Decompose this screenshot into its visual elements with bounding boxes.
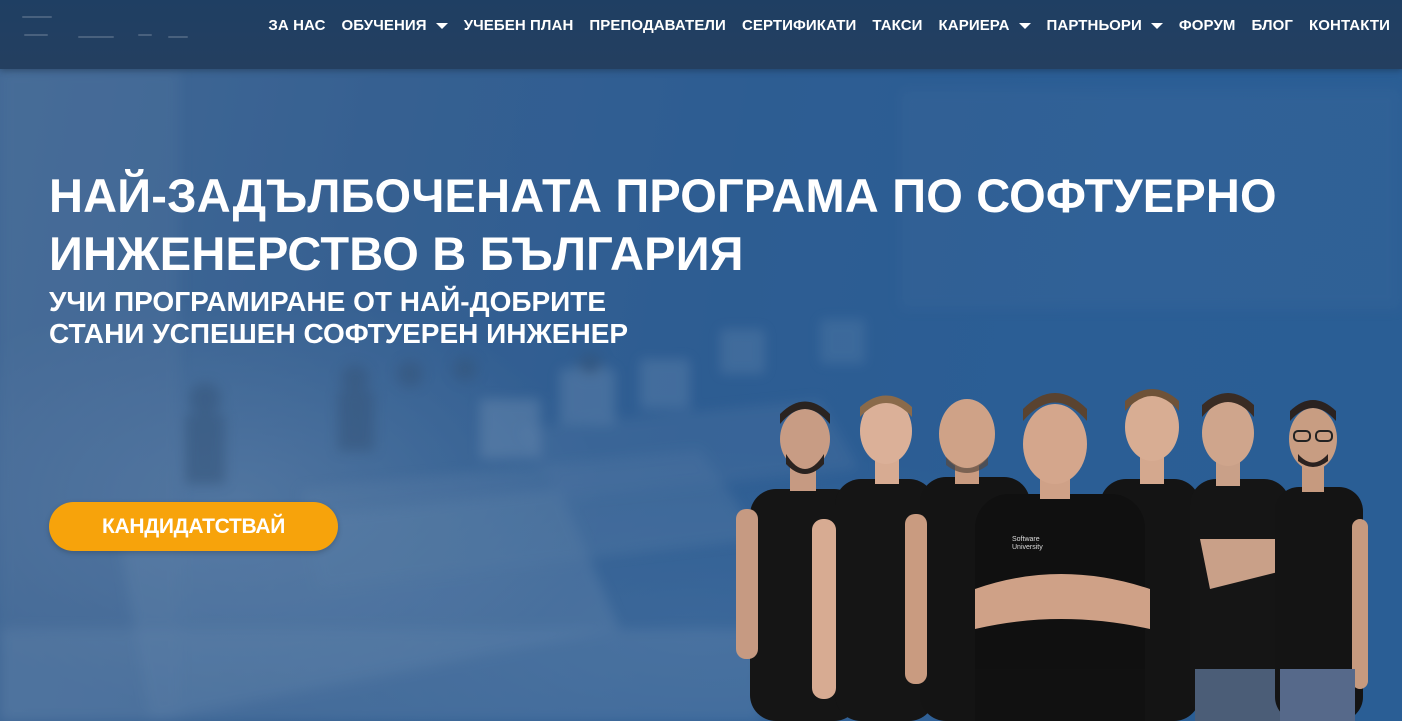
caret-down-icon [1018, 22, 1031, 29]
nav-item-3[interactable]: УЧЕБЕН ПЛАН [464, 17, 574, 34]
caret-down-icon [435, 22, 448, 29]
nav-item-6[interactable]: ТАКСИ [872, 17, 922, 34]
nav-item-label: ТАКСИ [872, 16, 923, 34]
nav-item-label: БЛОГ [1251, 16, 1294, 34]
nav-item-label: ОБУЧЕНИЯ [341, 16, 427, 34]
nav-item-label: ЗА НАС [268, 16, 326, 34]
nav-item-label: ПРЕПОДАВАТЕЛИ [589, 16, 726, 34]
nav-item-11[interactable]: КОНТАКТИ [1309, 17, 1390, 34]
nav-item-label: СЕРТИФИКАТИ [741, 16, 857, 34]
nav-item-9[interactable]: ФОРУМ [1179, 17, 1236, 34]
team-members: Software University [736, 389, 1368, 721]
nav-item-1[interactable]: ЗА НАС [268, 17, 325, 34]
team-photo: Software University [736, 389, 1368, 721]
nav-item-8[interactable]: ПАРТНЬОРИ [1047, 17, 1163, 34]
caret-down-icon [1150, 22, 1163, 29]
top-navbar: ЗА НАС ОБУЧЕНИЯ УЧЕБЕН ПЛАН ПРЕПОДАВАТЕЛИ СЕ… [0, 0, 1402, 69]
nav-item-label: КАРИЕРА [938, 16, 1010, 34]
hero-section: НАЙ-ЗАДЪЛБОЧЕНАТА ПРОГРАМА ПО СОФТУЕРНО … [0, 69, 1402, 721]
shirt-print: University [1012, 544, 1043, 551]
nav-item-label: ПАРТНЬОРИ [1046, 16, 1142, 34]
main-menu: ЗА НАС ОБУЧЕНИЯ УЧЕБЕН ПЛАН ПРЕПОДАВАТЕЛИ СЕ… [268, 0, 1390, 50]
nav-item-label: КОНТАКТИ [1309, 16, 1390, 34]
team-member [1275, 400, 1368, 721]
nav-item-4[interactable]: ПРЕПОДАВАТЕЛИ [589, 17, 726, 34]
nav-item-label: ФОРУМ [1178, 16, 1236, 34]
nav-item-5[interactable]: СЕРТИФИКАТИ [742, 17, 856, 34]
site-logo[interactable] [18, 10, 238, 50]
nav-item-7[interactable]: КАРИЕРА [939, 17, 1031, 34]
team-member: Software University [975, 393, 1150, 721]
shirt-print: Software [1012, 536, 1040, 543]
nav-item-label: УЧЕБЕН ПЛАН [463, 16, 574, 34]
nav-item-2[interactable]: ОБУЧЕНИЯ [342, 17, 448, 34]
nav-item-10[interactable]: БЛОГ [1252, 17, 1294, 34]
